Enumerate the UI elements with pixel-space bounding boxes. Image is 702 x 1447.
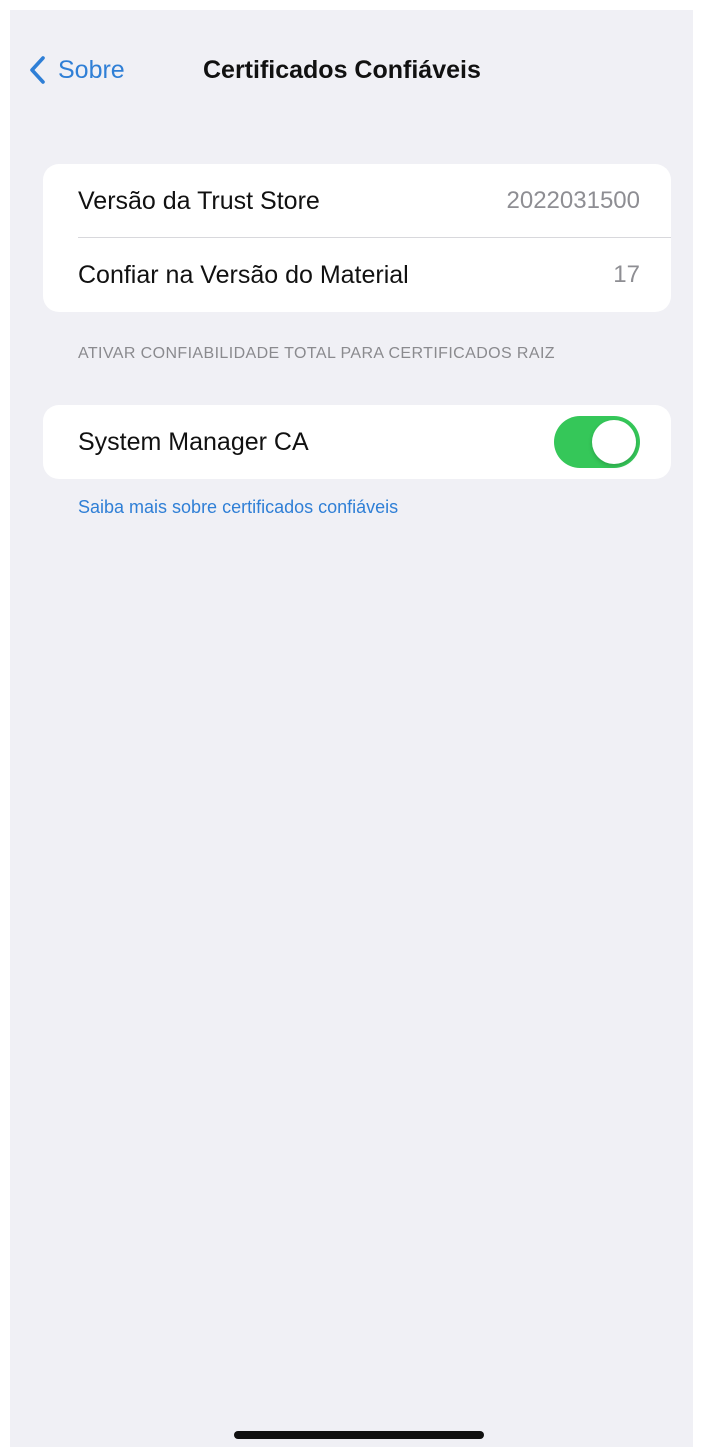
trust-store-version-value: 2022031500: [506, 187, 640, 214]
toggle-knob: [592, 420, 636, 464]
trust-store-version-row: Versão da Trust Store 2022031500: [43, 164, 671, 238]
certificate-name: System Manager CA: [78, 427, 309, 456]
trust-asset-version-value: 17: [613, 261, 640, 288]
back-button[interactable]: Sobre: [28, 50, 125, 90]
full-trust-toggle[interactable]: [554, 416, 640, 468]
trust-store-info-group: Versão da Trust Store 2022031500 Confiar…: [43, 164, 671, 312]
chevron-left-icon: [28, 55, 46, 85]
certificate-row: System Manager CA: [43, 405, 671, 479]
navigation-bar: Sobre Certificados Confiáveis: [10, 10, 693, 126]
trust-store-version-label: Versão da Trust Store: [78, 186, 320, 215]
root-certificates-group: System Manager CA: [43, 405, 671, 479]
settings-screen: Sobre Certificados Confiáveis Versão da …: [10, 10, 693, 1447]
home-indicator[interactable]: [234, 1431, 484, 1439]
page-title: Certificados Confiáveis: [203, 56, 481, 84]
back-button-label: Sobre: [58, 56, 125, 84]
trust-asset-version-row: Confiar na Versão do Material 17: [43, 238, 671, 312]
learn-more-link[interactable]: Saiba mais sobre certificados confiáveis: [78, 494, 398, 520]
root-certificates-section-header: ATIVAR CONFIABILIDADE TOTAL PARA CERTIFI…: [78, 345, 555, 362]
trust-asset-version-label: Confiar na Versão do Material: [78, 260, 409, 289]
